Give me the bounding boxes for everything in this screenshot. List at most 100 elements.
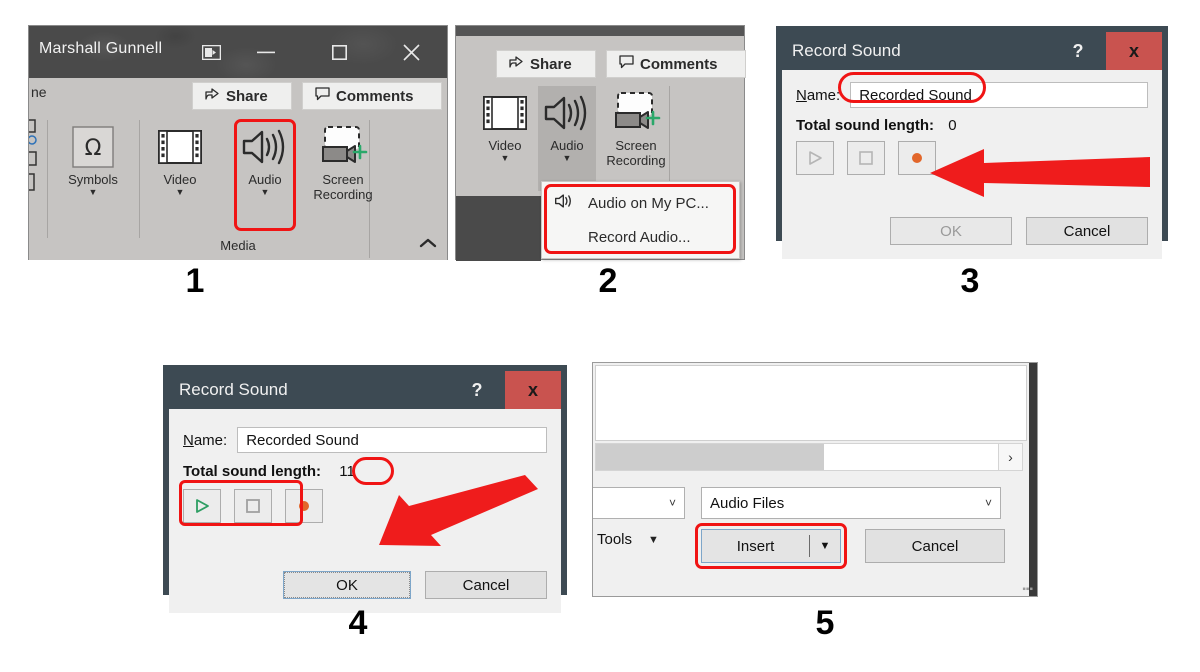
screen-recording-button[interactable]: Screen Recording xyxy=(304,122,382,202)
play-button[interactable] xyxy=(183,489,221,523)
dialog-title: Record Sound xyxy=(792,41,901,60)
group-divider xyxy=(47,120,48,238)
cancel-button[interactable]: Cancel xyxy=(865,529,1005,563)
menu-item-record-audio[interactable]: Record Audio... xyxy=(542,220,739,254)
panel-record-sound-recorded: Record Sound ? x Name: Recorded Sound To… xyxy=(163,365,567,613)
help-icon[interactable]: ? xyxy=(449,371,505,409)
close-icon[interactable] xyxy=(389,26,433,78)
screen-recording-label-2: Recording xyxy=(313,187,373,202)
pointer-arrow xyxy=(930,149,1150,197)
minimize-icon[interactable] xyxy=(244,26,288,78)
insert-button[interactable]: Insert ▼ xyxy=(701,529,841,563)
close-icon[interactable]: x xyxy=(505,371,561,409)
screen-recording-label-1: Screen xyxy=(615,138,657,153)
sound-length-value: 0 xyxy=(948,117,957,134)
caret-down-icon[interactable]: ▼ xyxy=(534,154,600,163)
chevron-right-icon[interactable]: › xyxy=(998,444,1022,470)
menu-item-label: Audio on My PC... xyxy=(588,194,709,212)
name-input[interactable]: Recorded Sound xyxy=(237,427,547,453)
caret-down-icon[interactable]: ▼ xyxy=(810,540,840,552)
group-divider xyxy=(139,120,140,238)
maximize-icon[interactable] xyxy=(317,26,361,78)
video-label: Video xyxy=(163,172,197,187)
step-number-4: 4 xyxy=(348,604,368,642)
share-label: Share xyxy=(226,87,268,105)
close-icon[interactable]: x xyxy=(1106,32,1162,70)
file-list-area[interactable] xyxy=(595,365,1027,441)
dialog-titlebar: Record Sound ? x xyxy=(782,32,1162,70)
comment-bubble-icon xyxy=(315,87,330,105)
chevron-down-icon[interactable]: ˅ xyxy=(985,496,992,510)
comments-button[interactable]: Comments xyxy=(606,50,746,78)
name-input[interactable]: Recorded Sound xyxy=(850,82,1148,108)
panel-audio-dropdown: Share Comments Video ▼ Audio ▼ Screen Re… xyxy=(455,25,746,261)
audio-dropdown-menu[interactable]: Audio on My PC... Record Audio... xyxy=(541,181,740,259)
audio-button[interactable]: Audio ▼ xyxy=(534,88,600,163)
filename-combo[interactable]: ˅ xyxy=(593,487,685,519)
share-icon xyxy=(509,55,524,73)
sound-length-label: Total sound length: xyxy=(796,117,935,134)
dialog-actions: OK Cancel xyxy=(890,217,1148,245)
resize-grip-icon[interactable]: ▪▪▪ xyxy=(1022,585,1033,595)
symbols-button[interactable]: Ω Symbols ▼ xyxy=(60,122,126,197)
panel-powerpoint-ribbon: Marshall Gunnell ne Share Comments Ω Sym… xyxy=(22,25,448,260)
share-button[interactable]: Share xyxy=(192,82,292,110)
speaker-icon xyxy=(534,88,600,138)
scrollbar-thumb[interactable] xyxy=(596,444,824,470)
record-button[interactable] xyxy=(285,489,323,523)
step-number-1: 1 xyxy=(185,262,205,300)
share-label: Share xyxy=(530,55,572,73)
menu-item-audio-on-my-pc[interactable]: Audio on My PC... xyxy=(542,186,739,220)
speaker-icon xyxy=(542,192,588,214)
insert-label: Insert xyxy=(736,537,775,555)
stop-button[interactable] xyxy=(234,489,272,523)
caret-down-icon[interactable]: ▼ xyxy=(60,188,126,197)
ribbon-display-options-icon[interactable] xyxy=(189,26,233,78)
ok-label: OK xyxy=(284,572,410,598)
name-row: Name: Recorded Sound xyxy=(796,82,1148,108)
ok-button[interactable]: OK xyxy=(283,571,411,599)
screen-recording-label-2: Recording xyxy=(606,153,666,168)
filetype-combo[interactable]: Audio Files ˅ xyxy=(701,487,1001,519)
caret-down-icon[interactable]: ▼ xyxy=(232,188,298,197)
sound-length-label: Total sound length: xyxy=(183,463,322,480)
video-button[interactable]: Video ▼ xyxy=(472,88,538,163)
help-icon[interactable]: ? xyxy=(1050,32,1106,70)
name-label: Name: xyxy=(796,86,841,104)
share-button[interactable]: Share xyxy=(496,50,596,78)
caret-down-icon[interactable]: ▼ xyxy=(472,154,538,163)
video-button[interactable]: Video ▼ xyxy=(147,122,213,197)
audio-button[interactable]: Audio ▼ xyxy=(232,122,298,197)
home-tab-fragment[interactable]: ne xyxy=(31,84,47,100)
audio-label: Audio xyxy=(248,172,282,187)
cancel-button[interactable]: Cancel xyxy=(425,571,547,599)
dialog-actions: OK Cancel xyxy=(283,571,547,599)
omega-icon: Ω xyxy=(60,122,126,172)
menu-item-label: Record Audio... xyxy=(588,228,691,246)
caret-down-icon[interactable]: ▼ xyxy=(648,534,659,546)
horizontal-scrollbar[interactable]: › xyxy=(595,443,1023,471)
panel-insert-audio-file-dialog: › ˅ Audio Files ˅ Tools ▼ Insert ▼ Cance… xyxy=(592,362,1038,597)
screen-recording-button[interactable]: Screen Recording xyxy=(598,88,674,168)
speaker-icon xyxy=(232,122,298,172)
tools-button[interactable]: Tools ▼ xyxy=(597,531,659,548)
cancel-button[interactable]: Cancel xyxy=(1026,217,1148,245)
sound-length-row: Total sound length: 0 xyxy=(796,117,1148,134)
dialog-title: Record Sound xyxy=(179,380,288,399)
step-number-2: 2 xyxy=(598,262,618,300)
screen-recording-icon xyxy=(304,122,382,172)
audio-label: Audio xyxy=(550,138,584,153)
video-label: Video xyxy=(488,138,522,153)
step-number-3: 3 xyxy=(960,262,980,300)
step-number-5: 5 xyxy=(815,604,835,642)
window-titlebar: Marshall Gunnell xyxy=(29,26,447,78)
chevron-up-icon[interactable] xyxy=(419,236,437,254)
caret-down-icon[interactable]: ▼ xyxy=(147,188,213,197)
name-label: Name: xyxy=(183,431,228,449)
comments-button[interactable]: Comments xyxy=(302,82,442,110)
chevron-down-icon[interactable]: ˅ xyxy=(669,496,676,510)
ok-button: OK xyxy=(890,217,1012,245)
film-icon xyxy=(147,122,213,172)
comments-label: Comments xyxy=(640,55,718,73)
name-row: Name: Recorded Sound xyxy=(183,427,547,453)
